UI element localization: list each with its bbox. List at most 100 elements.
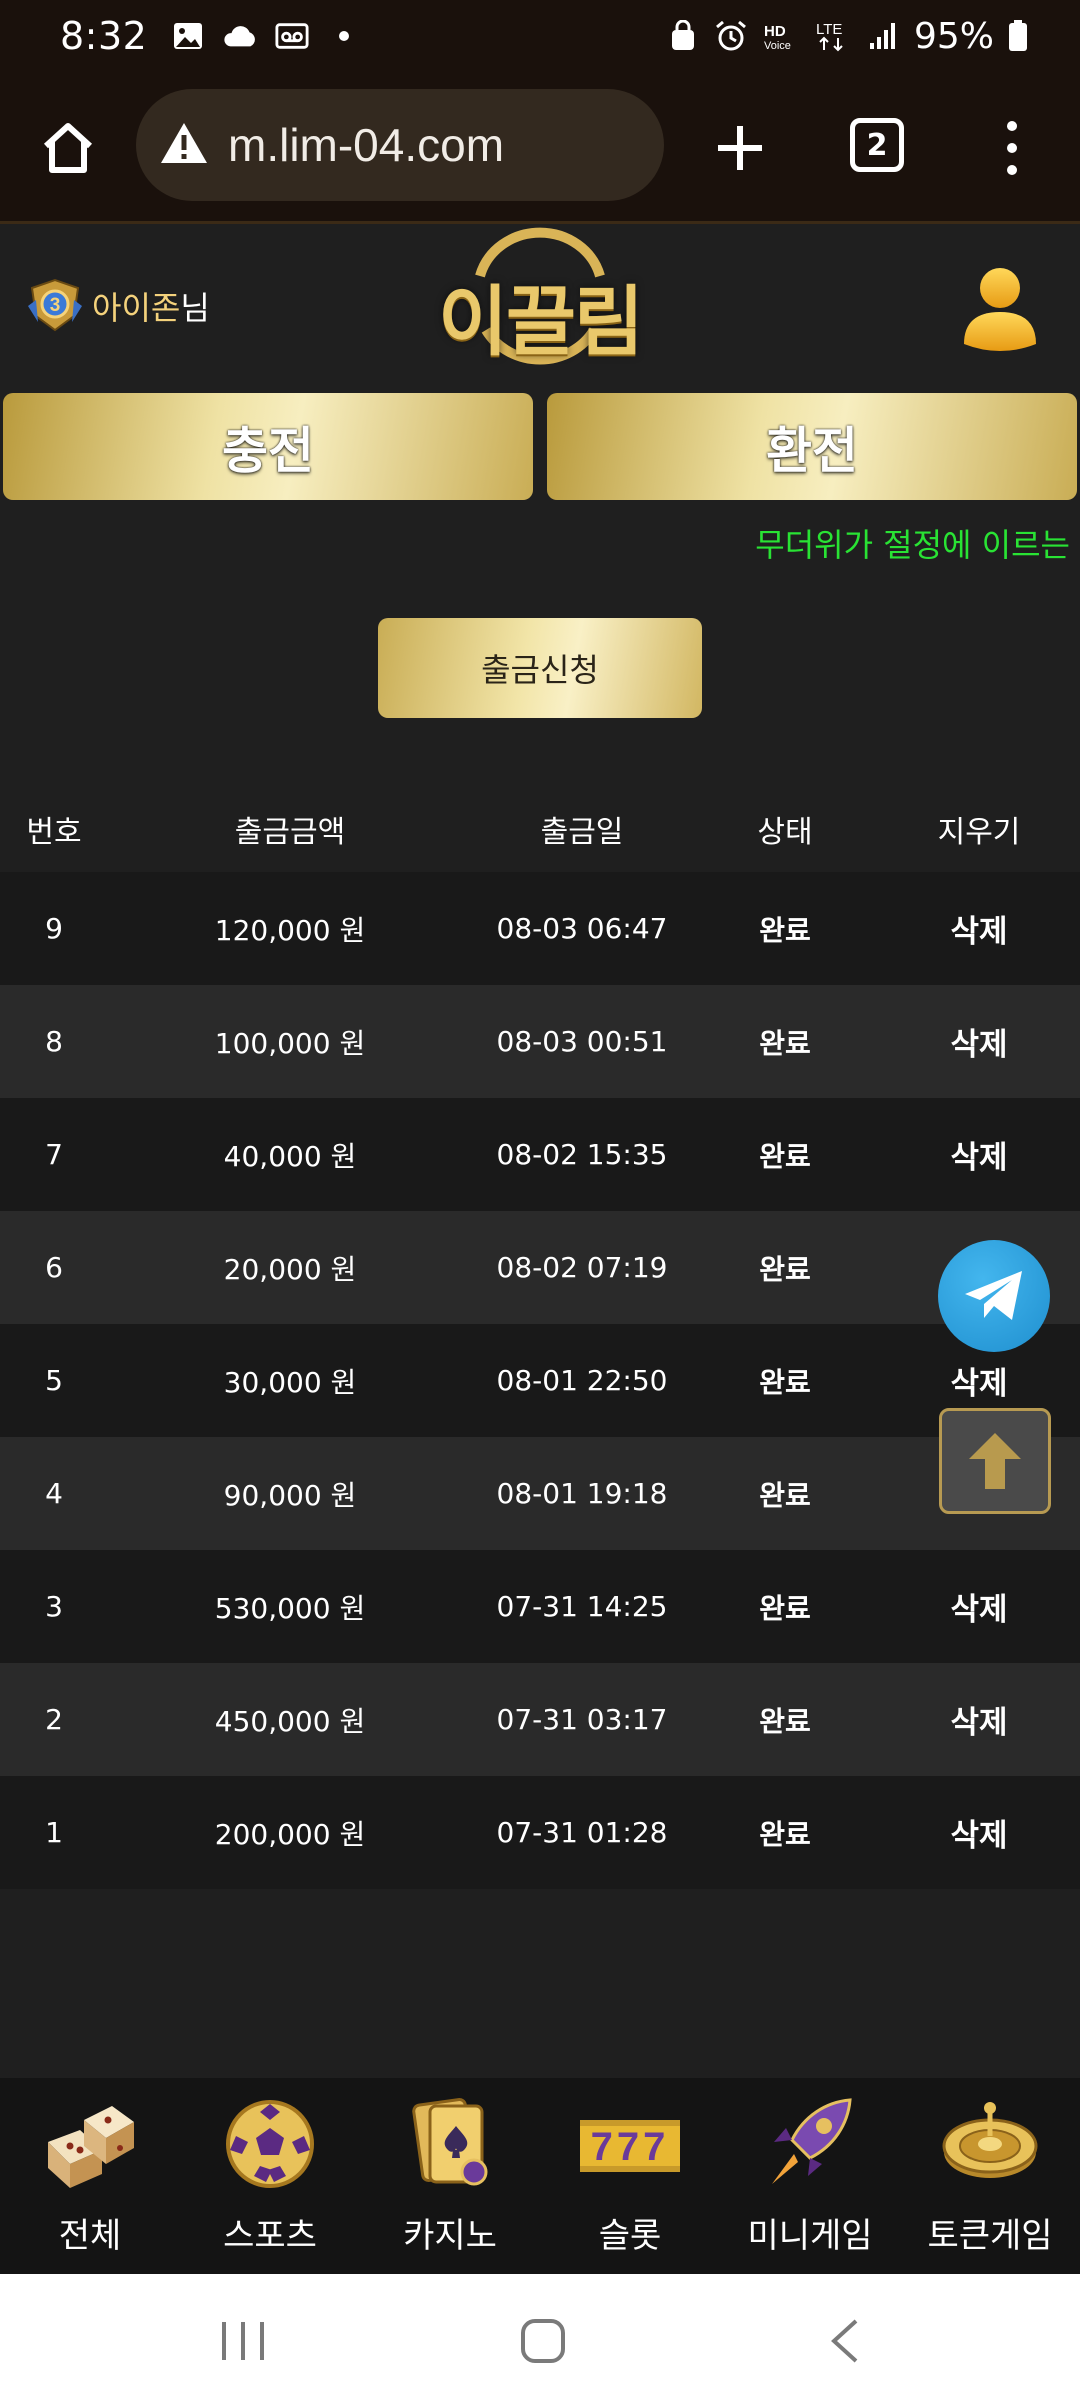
- slot-777-icon: 777: [580, 2120, 680, 2172]
- delete-button[interactable]: 삭제: [878, 1697, 1080, 1742]
- row-date: 07-31 01:28: [496, 1816, 668, 1849]
- slot-777-text: 777: [591, 2125, 670, 2169]
- nav-label: 전체: [58, 2216, 122, 2256]
- delete-button[interactable]: 삭제: [878, 906, 1080, 951]
- delete-button[interactable]: 삭제: [878, 1132, 1080, 1177]
- delete-button[interactable]: 삭제: [878, 1584, 1080, 1629]
- home-button-icon[interactable]: [518, 2318, 568, 2364]
- alarm-icon: [714, 20, 748, 51]
- notification-icons: [171, 21, 361, 51]
- nav-item-sports[interactable]: 스포츠: [180, 2078, 360, 2274]
- logo-text: 이끌림: [438, 277, 644, 366]
- nav-label: 토큰게임: [927, 2216, 1053, 2256]
- row-date: 08-01 19:18: [496, 1477, 668, 1510]
- scroll-top-button[interactable]: [939, 1408, 1051, 1514]
- table-row: 3 530,000 원 07-31 14:25 완료 삭제: [0, 1550, 1080, 1663]
- row-amount: 120,000 원: [214, 913, 366, 947]
- table-row: 2 450,000 원 07-31 03:17 완료 삭제: [0, 1663, 1080, 1776]
- dice-icon: [48, 2106, 134, 2188]
- more-menu-icon[interactable]: [994, 112, 1030, 184]
- row-date: 08-03 00:51: [496, 1025, 668, 1058]
- home-icon[interactable]: [36, 116, 100, 180]
- table-row: 8 100,000 원 08-03 00:51 완료 삭제: [0, 985, 1080, 1098]
- dot-icon: [327, 21, 361, 51]
- battery-percent: 95%: [913, 15, 994, 57]
- image-icon: [171, 21, 205, 51]
- table-body: 9 120,000 원 08-03 06:47 완료 삭제 8 100,000 …: [0, 872, 1080, 1889]
- system-navigation-bar: [0, 2274, 1080, 2408]
- svg-text:HD: HD: [764, 23, 786, 40]
- rocket-icon: [772, 2098, 852, 2184]
- header-status: 상태: [757, 815, 813, 850]
- table-row: 5 30,000 원 08-01 22:50 완료 삭제: [0, 1324, 1080, 1437]
- nav-item-token-game[interactable]: 토큰게임: [900, 2078, 1080, 2274]
- withdraw-request-button[interactable]: 출금신청: [378, 618, 702, 718]
- row-no: 1: [45, 1816, 63, 1849]
- row-amount: 200,000 원: [214, 1817, 366, 1851]
- header-date: 출금일: [540, 815, 624, 850]
- delete-button[interactable]: 삭제: [878, 1358, 1080, 1403]
- profile-icon[interactable]: [960, 266, 1040, 356]
- tab-switcher-button[interactable]: 2: [850, 118, 904, 172]
- nav-item-all[interactable]: 전체: [0, 2078, 180, 2274]
- nav-label: 카지노: [403, 2216, 497, 2256]
- cloud-icon: [223, 21, 257, 51]
- row-no: 3: [45, 1590, 63, 1623]
- site-header: 3 아이존님 이끌림: [0, 226, 1080, 376]
- back-icon[interactable]: [826, 2318, 866, 2364]
- user-name-text: 아이존: [92, 289, 181, 327]
- user-name: 아이존님: [92, 283, 210, 329]
- row-status: 완료: [759, 1252, 811, 1286]
- browser-toolbar: m.lim-04.com 2: [0, 72, 1080, 224]
- nav-item-casino[interactable]: 카지노: [360, 2078, 540, 2274]
- hd-voice-icon: HD Voice: [762, 21, 800, 51]
- table-row: 1 200,000 원 07-31 01:28 완료 삭제: [0, 1776, 1080, 1889]
- row-amount: 100,000 원: [214, 1026, 366, 1060]
- site-logo[interactable]: 이끌림: [430, 226, 650, 376]
- url-text[interactable]: m.lim-04.com: [228, 118, 504, 172]
- row-date: 07-31 14:25: [496, 1590, 668, 1623]
- voicemail-icon: [275, 21, 309, 51]
- row-no: 6: [45, 1251, 63, 1284]
- address-bar[interactable]: m.lim-04.com: [136, 89, 664, 201]
- nav-item-minigame[interactable]: 미니게임: [720, 2078, 900, 2274]
- status-time: 8:32: [60, 14, 148, 58]
- recycle-lock-icon: [666, 20, 700, 51]
- row-status: 완료: [759, 1704, 811, 1738]
- recent-apps-icon[interactable]: [218, 2318, 268, 2364]
- header-no: 번호: [26, 815, 82, 850]
- row-status: 완료: [759, 1365, 811, 1399]
- withdrawal-table: 번호 출금금액 출금일 상태 지우기 9 120,000 원 08-03 06:…: [0, 786, 1080, 1889]
- row-status: 완료: [759, 1139, 811, 1173]
- table-row: 9 120,000 원 08-03 06:47 완료 삭제: [0, 872, 1080, 985]
- warning-icon[interactable]: [158, 119, 210, 171]
- nav-label: 스포츠: [223, 2216, 317, 2256]
- tab-count: 2: [866, 127, 888, 163]
- row-date: 08-02 15:35: [496, 1138, 668, 1171]
- lte-icon: LTE: [814, 21, 852, 52]
- user-name-suffix: 님: [180, 289, 210, 327]
- row-date: 08-03 06:47: [496, 912, 668, 945]
- svg-text:Voice: Voice: [764, 40, 791, 51]
- user-badge[interactable]: 3 아이존님: [26, 278, 210, 334]
- notice-marquee: 무더위가 절정에 이르는: [755, 526, 1070, 564]
- table-row: 4 90,000 원 08-01 19:18 완료: [0, 1437, 1080, 1550]
- header-delete: 지우기: [937, 815, 1021, 850]
- svg-text:LTE: LTE: [816, 21, 842, 38]
- telegram-button[interactable]: [938, 1240, 1050, 1352]
- row-amount: 450,000 원: [214, 1704, 366, 1738]
- new-tab-icon[interactable]: [708, 116, 772, 180]
- table-row: 6 20,000 원 08-02 07:19 완료: [0, 1211, 1080, 1324]
- row-date: 07-31 03:17: [496, 1703, 668, 1736]
- row-amount: 90,000 원: [223, 1478, 357, 1512]
- row-date: 08-01 22:50: [496, 1364, 668, 1397]
- row-amount: 530,000 원: [214, 1591, 366, 1625]
- exchange-button[interactable]: 환전: [547, 393, 1077, 500]
- delete-button[interactable]: 삭제: [878, 1019, 1080, 1064]
- delete-button[interactable]: 삭제: [878, 1810, 1080, 1855]
- row-status: 완료: [759, 1026, 811, 1060]
- charge-button[interactable]: 충전: [3, 393, 533, 500]
- nav-item-slot[interactable]: 777 슬롯: [540, 2078, 720, 2274]
- row-no: 4: [45, 1477, 63, 1510]
- row-no: 8: [45, 1025, 63, 1058]
